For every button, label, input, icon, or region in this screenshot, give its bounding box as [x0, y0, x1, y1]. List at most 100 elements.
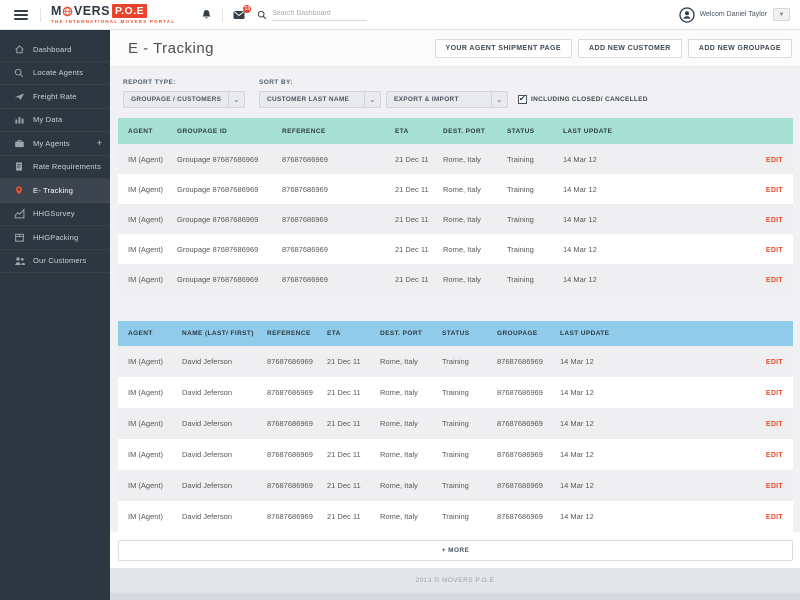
cell: 21 Dec 11 [395, 185, 443, 194]
sidebar-item-freight-rate[interactable]: Freight Rate [0, 85, 110, 109]
sidebar-item-rate-requirements[interactable]: Rate Requirements [0, 156, 110, 180]
sidebar-item-label: HHGSurvey [33, 209, 75, 218]
edit-link[interactable]: EDIT [766, 390, 783, 397]
cell: David Jeferson [182, 450, 267, 459]
edit-link[interactable]: EDIT [766, 514, 783, 521]
cell: Rome, Italy [443, 185, 507, 194]
sidebar-item-my-agents[interactable]: My Agents+ [0, 132, 110, 156]
column-header: ETA [327, 330, 380, 337]
logo-text: M [51, 5, 62, 18]
sidebar-item-locate-agents[interactable]: Locate Agents [0, 62, 110, 86]
add-new-groupage-button[interactable]: ADD NEW GROUPAGE [688, 39, 792, 58]
cell: 87687686969 [267, 450, 327, 459]
app-window: M VERS P.O.E THE INTERNATIONAL MOVERS PO… [0, 0, 800, 600]
messages-icon[interactable]: 13 [233, 10, 245, 20]
cell: Rome, Italy [380, 357, 442, 366]
sidebar-item-label: Locate Agents [33, 68, 83, 77]
cell: 21 Dec 11 [395, 245, 443, 254]
table-row: IM (Agent)David Jeferson8768768696921 De… [118, 377, 793, 408]
table-row: IM (Agent)David Jeferson8768768696921 De… [118, 439, 793, 470]
cell: 14 Mar 12 [560, 357, 743, 366]
column-header: GROUPAGE ID [177, 128, 282, 135]
export-import-dropdown[interactable]: EXPORT & IMPORT ⌄ [386, 91, 508, 108]
cell: 21 Dec 11 [327, 357, 380, 366]
cell: 87687686969 [282, 185, 395, 194]
cell: 21 Dec 11 [327, 481, 380, 490]
expand-plus-icon[interactable]: + [97, 138, 102, 148]
bar-chart-icon [14, 114, 26, 125]
edit-link[interactable]: EDIT [766, 217, 783, 224]
table-row: IM (Agent)Groupage 876876869698768768696… [118, 204, 793, 234]
cell: 14 Mar 12 [563, 185, 743, 194]
edit-link[interactable]: EDIT [766, 187, 783, 194]
search-input[interactable] [272, 8, 367, 21]
chevron-down-icon: ⌄ [364, 92, 380, 107]
cell: 21 Dec 11 [327, 419, 380, 428]
cell: IM (Agent) [128, 481, 182, 490]
report-type-label: REPORT TYPE: [123, 79, 245, 86]
table-row: IM (Agent)David Jeferson8768768696921 De… [118, 408, 793, 439]
sidebar-item-my-data[interactable]: My Data [0, 109, 110, 133]
more-button[interactable]: + MORE [118, 540, 793, 561]
sort-by-dropdown[interactable]: CUSTOMER LAST NAME ⌄ [259, 91, 381, 108]
cell: IM (Agent) [128, 275, 177, 284]
cell: 87687686969 [267, 388, 327, 397]
logo-poe-box: P.O.E [112, 4, 147, 18]
edit-link[interactable]: EDIT [766, 483, 783, 490]
search-icon [257, 10, 267, 20]
cell: 21 Dec 11 [395, 215, 443, 224]
customer-table-header: AGENTNAME (LAST/ FIRST)REFERENCEETADEST.… [118, 321, 793, 346]
edit-link[interactable]: EDIT [766, 421, 783, 428]
cell: Training [442, 450, 497, 459]
page-title: E - Tracking [128, 40, 214, 57]
cell: 14 Mar 12 [563, 245, 743, 254]
cell: 14 Mar 12 [563, 215, 743, 224]
cell: 87687686969 [282, 215, 395, 224]
user-menu-button[interactable]: ▼ [773, 8, 790, 21]
line-chart-icon [14, 208, 26, 219]
cell: Training [442, 419, 497, 428]
including-closed-checkbox[interactable] [518, 95, 527, 104]
table-row: IM (Agent)David Jeferson8768768696921 De… [118, 470, 793, 501]
add-new-customer-button[interactable]: ADD NEW CUSTOMER [578, 39, 682, 58]
cell: Groupage 87687686969 [177, 155, 282, 164]
edit-link[interactable]: EDIT [766, 277, 783, 284]
edit-link[interactable]: EDIT [766, 452, 783, 459]
sidebar-item-hhgpacking[interactable]: HHGPacking [0, 226, 110, 250]
sidebar-item-our-customers[interactable]: Our Customers [0, 250, 110, 274]
sidebar-item-label: Dashboard [33, 45, 72, 54]
your-agent-shipment-page-button[interactable]: YOUR AGENT SHIPMENT PAGE [435, 39, 572, 58]
logo[interactable]: M VERS P.O.E THE INTERNATIONAL MOVERS PO… [51, 4, 175, 25]
cell: 87687686969 [497, 357, 560, 366]
cell: 14 Mar 12 [563, 275, 743, 284]
edit-link[interactable]: EDIT [766, 157, 783, 164]
sidebar-item-e-tracking[interactable]: E- Tracking [0, 179, 110, 203]
cell: Training [507, 215, 563, 224]
cell: 21 Dec 11 [327, 388, 380, 397]
cell: Training [442, 357, 497, 366]
cell: 87687686969 [497, 419, 560, 428]
logo-tagline: THE INTERNATIONAL MOVERS PORTAL [51, 20, 175, 25]
cell: IM (Agent) [128, 388, 182, 397]
cell: 87687686969 [497, 388, 560, 397]
cell: Rome, Italy [380, 481, 442, 490]
edit-link[interactable]: EDIT [766, 359, 783, 366]
bell-icon[interactable] [201, 9, 212, 20]
cell: IM (Agent) [128, 245, 177, 254]
table-row: IM (Agent)Groupage 876876869698768768696… [118, 264, 793, 294]
cell: 21 Dec 11 [327, 512, 380, 521]
cell: 87687686969 [282, 275, 395, 284]
report-type-dropdown[interactable]: GROUPAGE / CUSTOMERS ⌄ [123, 91, 245, 108]
cell: Rome, Italy [443, 155, 507, 164]
cell: 87687686969 [282, 155, 395, 164]
hamburger-menu-icon[interactable] [12, 8, 30, 22]
cell: IM (Agent) [128, 450, 182, 459]
sidebar-item-hhgsurvey[interactable]: HHGSurvey [0, 203, 110, 227]
sidebar-item-dashboard[interactable]: Dashboard [0, 38, 110, 62]
column-header: GROUPAGE [497, 330, 560, 337]
cell: Rome, Italy [380, 512, 442, 521]
cell: 87687686969 [497, 512, 560, 521]
avatar[interactable] [679, 7, 695, 23]
column-header: ETA [395, 128, 443, 135]
edit-link[interactable]: EDIT [766, 247, 783, 254]
